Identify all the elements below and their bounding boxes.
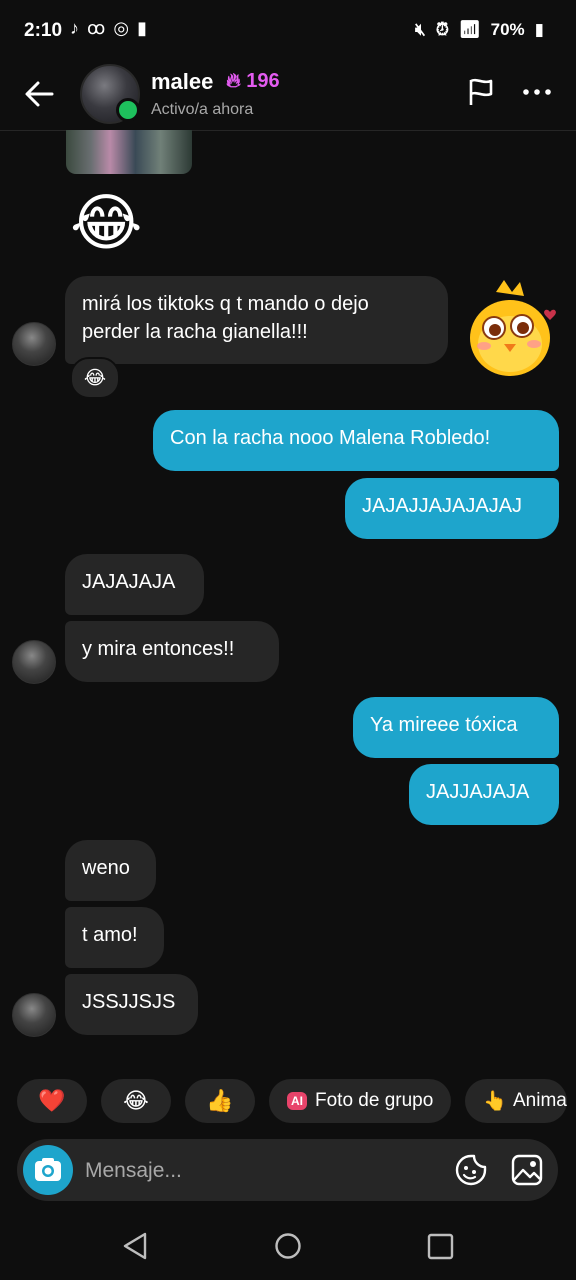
nav-home-icon[interactable] bbox=[274, 1232, 302, 1260]
shared-photo[interactable] bbox=[66, 130, 192, 174]
message-outgoing[interactable]: JAJJAJAJA bbox=[409, 764, 559, 825]
message-outgoing[interactable]: Ya mireee tóxica bbox=[353, 697, 559, 758]
group-photo-chip[interactable]: AI Foto de grupo bbox=[269, 1079, 452, 1123]
presence-status: Activo/a ahora bbox=[151, 101, 254, 118]
message-incoming[interactable]: mirá los tiktoks q t mando o dejo perder… bbox=[65, 276, 448, 364]
battery-saver-icon: ▮ bbox=[137, 18, 147, 38]
nav-recents-icon[interactable] bbox=[427, 1233, 454, 1260]
notification-icons: ♪ ꝏ ◎ ▮ bbox=[70, 18, 147, 39]
mute-icon: 🔇︎ bbox=[415, 20, 426, 39]
chick-sticker[interactable] bbox=[466, 278, 558, 378]
gallery-icon[interactable] bbox=[510, 1153, 544, 1187]
message-composer bbox=[17, 1139, 558, 1203]
streak-count: 196 bbox=[246, 70, 280, 92]
instagram-icon: ◎ bbox=[113, 18, 130, 38]
pointing-hand-icon: 👆 bbox=[483, 1091, 507, 1112]
animate-label: Anima bbox=[512, 1090, 567, 1111]
message-incoming[interactable]: y mira entonces!! bbox=[65, 621, 279, 682]
streak-badge: 🔥︎ 196 bbox=[226, 70, 280, 93]
message-incoming[interactable]: JAJAJAJA bbox=[65, 554, 204, 615]
heart-reaction-chip[interactable]: ❤️ bbox=[17, 1079, 87, 1123]
status-time: 2:10 bbox=[24, 20, 63, 41]
message-incoming[interactable]: t amo! bbox=[65, 907, 164, 968]
camera-icon bbox=[35, 1158, 61, 1181]
system-nav-bar bbox=[0, 1215, 576, 1280]
ai-icon: AI bbox=[287, 1092, 307, 1110]
group-photo-label: Foto de grupo bbox=[315, 1090, 434, 1111]
tiktok-icon: ♪ bbox=[70, 18, 79, 38]
voicemail-icon: ꝏ bbox=[87, 18, 106, 38]
animate-chip[interactable]: 👆 Anima bbox=[465, 1079, 567, 1123]
message-outgoing[interactable]: JAJAJJAJAJAJAJ bbox=[345, 478, 559, 539]
camera-button[interactable] bbox=[23, 1145, 73, 1195]
laugh-reaction-chip[interactable]: 😂 bbox=[101, 1079, 171, 1123]
quick-reply-bar: ❤️ 😂 👍 AI Foto de grupo 👆 Anima bbox=[17, 1079, 567, 1123]
system-icons: 🔇︎ ⏰︎ 📶︎ 70% ▮ bbox=[415, 20, 544, 40]
more-options-icon[interactable] bbox=[521, 78, 553, 106]
battery-level: 70% bbox=[490, 20, 525, 39]
chat-header: malee 🔥︎ 196 Activo/a ahora bbox=[0, 64, 576, 131]
contact-name[interactable]: malee bbox=[151, 69, 213, 95]
thumbs-up-chip[interactable]: 👍 bbox=[185, 1079, 255, 1123]
back-arrow-icon[interactable] bbox=[22, 76, 58, 112]
message-outgoing[interactable]: Con la racha nooo Malena Robledo! bbox=[153, 410, 559, 471]
sender-avatar[interactable] bbox=[12, 993, 56, 1037]
message-incoming[interactable]: weno bbox=[65, 840, 156, 901]
message-reaction[interactable]: 😂 bbox=[70, 357, 120, 399]
battery-icon: ▮ bbox=[534, 20, 544, 39]
flag-icon[interactable] bbox=[465, 76, 497, 108]
alarm-icon: ⏰︎ bbox=[435, 20, 450, 39]
fire-icon: 🔥︎ bbox=[226, 70, 241, 92]
online-status-dot bbox=[116, 98, 140, 122]
sticker-icon[interactable] bbox=[454, 1153, 488, 1187]
sender-avatar[interactable] bbox=[12, 640, 56, 684]
wifi-icon: 📶︎ bbox=[459, 20, 481, 39]
status-bar: 2:10 ♪ ꝏ ◎ ▮ 🔇︎ ⏰︎ 📶︎ 70% ▮ bbox=[0, 0, 576, 64]
sender-avatar[interactable] bbox=[12, 322, 56, 366]
message-input[interactable] bbox=[83, 1139, 437, 1203]
nav-back-icon[interactable] bbox=[121, 1231, 149, 1261]
message-incoming[interactable]: JSSJJSJS bbox=[65, 974, 198, 1035]
emoji-message[interactable]: 😂 bbox=[70, 186, 142, 262]
